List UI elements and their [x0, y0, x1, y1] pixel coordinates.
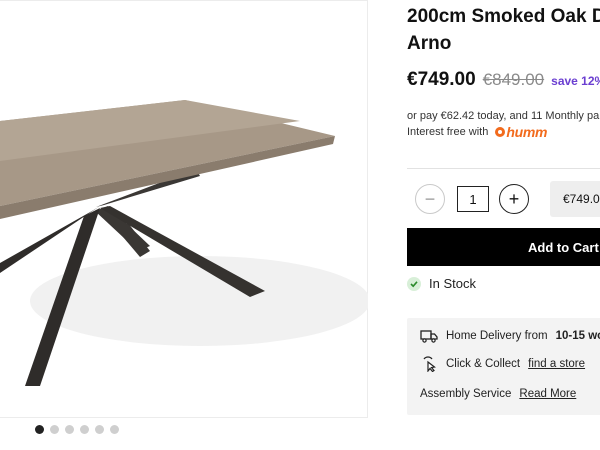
assembly-service-row: Assembly Service Read More	[420, 388, 576, 400]
gallery-pagination	[35, 425, 119, 434]
finance-interest-text: Interest free with	[407, 126, 489, 138]
gallery-dot[interactable]	[110, 425, 119, 434]
gallery-dot[interactable]	[35, 425, 44, 434]
finance-line: or pay €62.42 today, and 11 Monthly pa	[407, 110, 600, 122]
cursor-click-icon	[423, 356, 436, 372]
click-collect-row: Click & Collect find a store	[420, 356, 585, 372]
increase-quantity-button[interactable]: +	[499, 184, 529, 214]
save-badge: save 12%	[551, 74, 600, 88]
assembly-service-text: Assembly Service	[420, 388, 512, 400]
gallery-dot[interactable]	[50, 425, 59, 434]
stock-status: In Stock	[407, 276, 476, 291]
decrease-quantity-button[interactable]: −	[415, 184, 445, 214]
click-collect-text: Click & Collect	[446, 358, 521, 370]
quantity-input[interactable]	[457, 186, 489, 212]
product-image-gallery[interactable]	[0, 0, 368, 418]
home-delivery-days: 10-15 work	[555, 330, 600, 342]
original-price: €849.00	[482, 70, 545, 89]
home-delivery-row: Home Delivery from 10-15 work	[420, 329, 600, 343]
line-total-price: €749.0	[550, 181, 600, 217]
product-title-line1: 200cm Smoked Oak D	[407, 6, 600, 27]
find-store-link[interactable]: find a store	[528, 358, 585, 370]
delivery-options: Home Delivery from 10-15 work Click & Co…	[407, 318, 600, 415]
home-delivery-text: Home Delivery from	[446, 330, 548, 342]
price-row: €749.00 €849.00 save 12%	[407, 69, 600, 91]
humm-logo-icon	[495, 127, 506, 137]
gallery-dot[interactable]	[80, 425, 89, 434]
add-to-cart-button[interactable]: Add to Cart	[407, 228, 600, 266]
gallery-dot[interactable]	[65, 425, 74, 434]
gallery-dot[interactable]	[95, 425, 104, 434]
stock-label: In Stock	[429, 276, 476, 291]
humm-logo[interactable]: humm	[494, 124, 547, 140]
product-image-table	[0, 100, 368, 386]
product-title-line2: Arno	[407, 33, 452, 54]
section-divider	[407, 168, 600, 169]
current-price: €749.00	[407, 69, 476, 90]
finance-info: or pay €62.42 today, and 11 Monthly pa I…	[407, 108, 599, 140]
check-icon	[407, 276, 421, 291]
read-more-link[interactable]: Read More	[519, 388, 576, 400]
truck-icon	[420, 330, 438, 343]
product-title: 200cm Smoked Oak D Arno	[407, 3, 600, 57]
